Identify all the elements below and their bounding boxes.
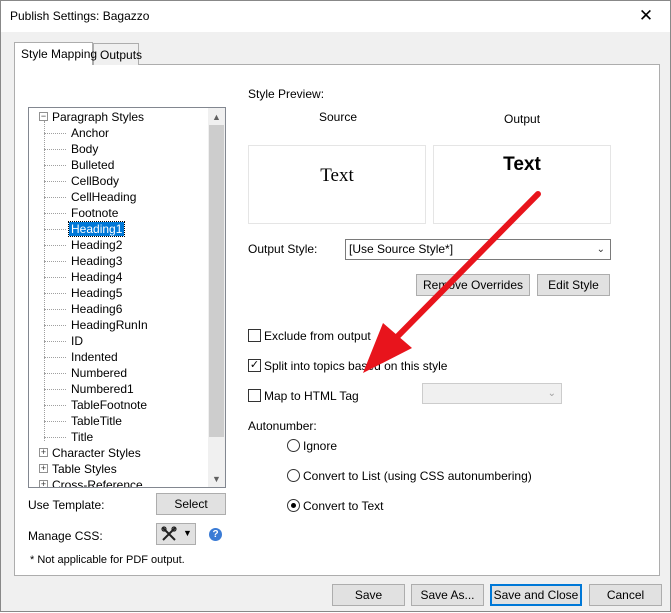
tab-style-mapping[interactable]: Style Mapping	[14, 42, 97, 65]
annotation-arrow	[363, 191, 541, 373]
publish-settings-dialog: Publish Settings: Bagazzo ✕ Style Mappin…	[0, 0, 671, 612]
